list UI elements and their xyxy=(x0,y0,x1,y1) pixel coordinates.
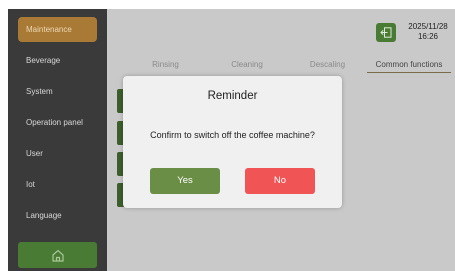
sidebar-item-user[interactable]: User xyxy=(18,141,97,166)
sidebar-item-iot[interactable]: Iot xyxy=(18,172,97,197)
sidebar-item-beverage[interactable]: Beverage xyxy=(18,48,97,73)
time-text: 16:26 xyxy=(417,32,439,41)
tab-rinsing[interactable]: Rinsing xyxy=(143,58,188,72)
sidebar: Maintenance Beverage System Operation pa… xyxy=(8,9,107,271)
dialog-message: Confirm to switch off the coffee machine… xyxy=(150,130,315,140)
dialog-title: Reminder xyxy=(207,90,258,102)
active-tab-underline xyxy=(367,72,451,73)
tab-common-functions[interactable]: Common functions xyxy=(367,58,451,72)
date-text: 2025/11/28 xyxy=(408,22,448,31)
sidebar-item-maintenance[interactable]: Maintenance xyxy=(18,17,97,42)
exit-button[interactable] xyxy=(376,23,396,42)
sidebar-item-system[interactable]: System xyxy=(18,79,97,104)
home-button[interactable] xyxy=(18,242,97,268)
sidebar-item-language[interactable]: Language xyxy=(18,203,97,228)
sidebar-item-operation-panel[interactable]: Operation panel xyxy=(18,110,97,135)
yes-button[interactable]: Yes xyxy=(150,168,220,194)
confirm-dialog: Reminder Confirm to switch off the coffe… xyxy=(123,76,342,208)
datetime: 2025/11/28 16:26 xyxy=(401,22,455,42)
tab-descaling[interactable]: Descaling xyxy=(300,58,355,72)
home-icon xyxy=(51,249,64,262)
exit-icon xyxy=(380,27,392,38)
no-button[interactable]: No xyxy=(245,168,315,194)
tab-cleaning[interactable]: Cleaning xyxy=(222,58,272,72)
